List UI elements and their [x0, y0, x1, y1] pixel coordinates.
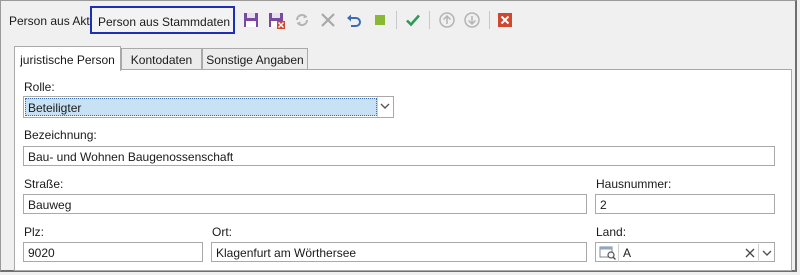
land-clear-button[interactable]	[742, 244, 758, 262]
person-aus-akt-button[interactable]: Person aus Akt	[9, 14, 90, 28]
person-aus-stammdaten-button[interactable]: Person aus Stammdaten	[90, 6, 235, 34]
ort-field[interactable]: Klagenfurt am Wörthersee	[211, 242, 587, 262]
save-icon[interactable]	[242, 11, 260, 29]
bezeichnung-label: Bezeichnung:	[24, 128, 97, 142]
arrow-down-icon[interactable]	[463, 11, 481, 29]
toolbar-separator	[396, 11, 397, 29]
check-icon[interactable]	[404, 11, 422, 29]
chevron-down-icon	[380, 103, 390, 109]
close-icon[interactable]	[496, 11, 514, 29]
land-label: Land:	[596, 225, 627, 239]
rolle-label: Rolle:	[24, 80, 55, 94]
land-value: A	[623, 246, 632, 260]
refresh-icon[interactable]	[293, 11, 311, 29]
arrow-up-icon[interactable]	[438, 11, 456, 29]
toolbar: Person aus Akt Person aus Stammdaten	[1, 1, 798, 39]
ort-label: Ort:	[212, 225, 232, 239]
stop-icon[interactable]	[371, 11, 389, 29]
tab-juristische-person[interactable]: juristische Person	[14, 46, 121, 71]
undo-icon[interactable]	[345, 11, 363, 29]
plz-field[interactable]: 9020	[23, 242, 203, 262]
tab-sonstige-angaben[interactable]: Sonstige Angaben	[202, 48, 308, 69]
lookup-icon	[599, 246, 616, 260]
clear-icon	[745, 248, 755, 258]
hausnummer-field[interactable]: 2	[595, 194, 775, 214]
chevron-down-icon	[762, 250, 772, 256]
land-lookup-button[interactable]	[598, 244, 619, 262]
cancel-icon[interactable]	[319, 11, 337, 29]
strasse-field[interactable]: Bauweg	[23, 194, 587, 214]
toolbar-separator	[429, 11, 430, 29]
land-dropdown-button[interactable]	[758, 244, 775, 262]
rolle-select-value[interactable]: Beteiligter	[25, 98, 377, 116]
toolbar-separator	[489, 11, 490, 29]
person-dialog: Person aus Akt Person aus Stammdaten jur…	[0, 0, 797, 272]
plz-label: Plz:	[24, 225, 45, 239]
tab-kontodaten[interactable]: Kontodaten	[121, 48, 202, 69]
hausnummer-label: Hausnummer:	[596, 177, 672, 191]
bezeichnung-field[interactable]: Bau- und Wohnen Baugenossenschaft	[23, 146, 775, 166]
strasse-label: Straße:	[24, 177, 64, 191]
save-close-icon[interactable]	[267, 11, 285, 29]
rolle-dropdown-button[interactable]	[377, 97, 393, 117]
land-combobox[interactable]: A	[595, 242, 775, 262]
